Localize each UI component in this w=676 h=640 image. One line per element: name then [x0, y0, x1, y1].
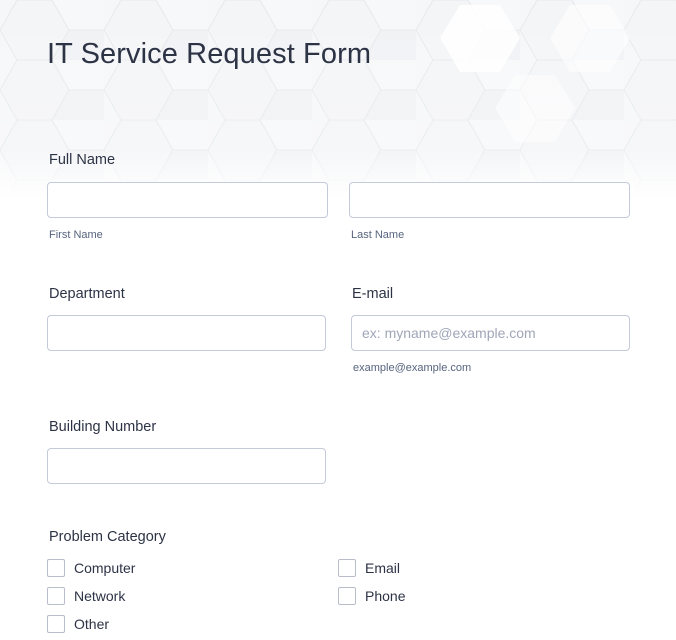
checkbox-label: Network — [74, 588, 126, 604]
last-name-input[interactable] — [349, 182, 630, 218]
form-page: IT Service Request Form Full Name First … — [0, 0, 676, 640]
first-name-input[interactable] — [47, 182, 328, 218]
checkbox[interactable] — [338, 559, 356, 577]
checkbox-option-other[interactable]: Other — [47, 614, 109, 634]
first-name-sublabel: First Name — [49, 229, 103, 241]
full-name-label: Full Name — [49, 152, 116, 168]
email-label: E-mail — [352, 286, 394, 302]
checkbox-label: Phone — [365, 588, 406, 604]
department-label: Department — [49, 286, 125, 302]
checkbox-option-email[interactable]: Email — [338, 558, 400, 578]
email-sublabel: example@example.com — [353, 362, 472, 374]
hexagon-background — [0, 0, 676, 200]
checkbox-option-computer[interactable]: Computer — [47, 558, 135, 578]
checkbox[interactable] — [47, 559, 65, 577]
building-number-label: Building Number — [49, 419, 157, 435]
building-number-input[interactable] — [47, 448, 326, 484]
checkbox-label: Other — [74, 616, 110, 632]
checkbox-option-phone[interactable]: Phone — [338, 586, 405, 606]
checkbox-label: Computer — [74, 560, 136, 576]
form-title: IT Service Request Form — [47, 38, 372, 70]
checkbox[interactable] — [338, 587, 356, 605]
last-name-sublabel: Last Name — [351, 229, 405, 241]
problem-category-label: Problem Category — [49, 529, 166, 545]
checkbox[interactable] — [47, 587, 65, 605]
checkbox-label: Email — [365, 560, 401, 576]
checkbox[interactable] — [47, 615, 65, 633]
checkbox-option-network[interactable]: Network — [47, 586, 125, 606]
email-input[interactable] — [351, 315, 630, 351]
department-input[interactable] — [47, 315, 326, 351]
